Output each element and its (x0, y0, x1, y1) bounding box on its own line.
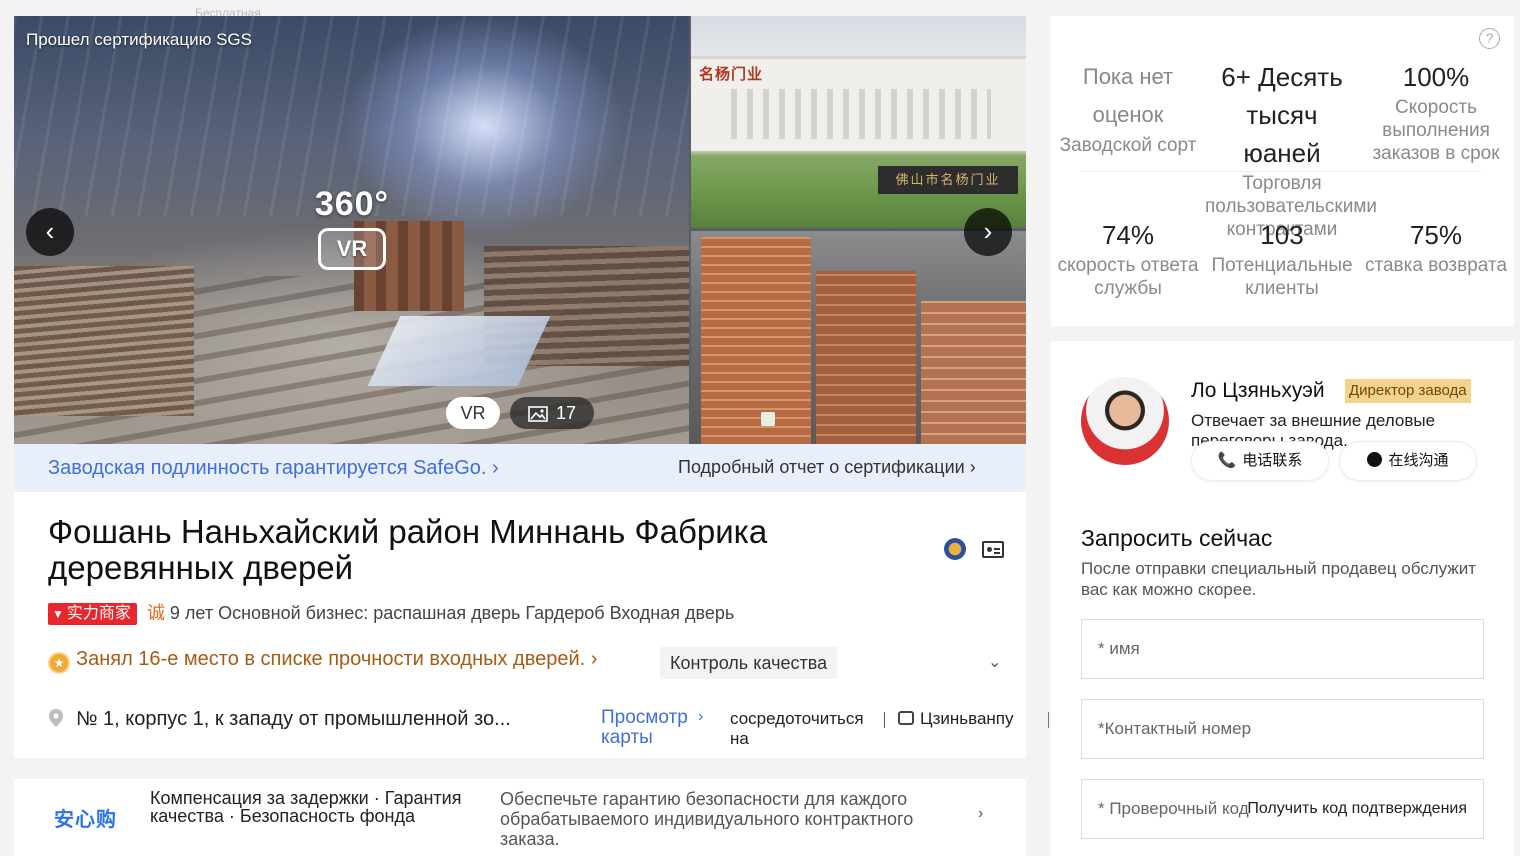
stat-value: Пока нет оценок (1082, 64, 1174, 127)
vr-panorama-image[interactable]: 360° VR (14, 16, 689, 444)
phone-icon: 📞 (1217, 452, 1237, 469)
pano-lumber-left (14, 266, 194, 416)
online-chat-button[interactable]: 在线沟通 (1339, 441, 1477, 481)
stat-factory-grade: Пока нет оценок Заводской сорт (1051, 58, 1205, 157)
strength-merchant-tag: ▼ 实力商家 (48, 603, 137, 625)
inquiry-subtitle: После отправки специальный продавец обсл… (1081, 559, 1477, 599)
building-facade: 名杨门业 (691, 56, 1026, 151)
lumber-warehouse-photo[interactable] (691, 231, 1026, 444)
factory-building-photo[interactable]: 名杨门业 佛山市名杨门业 (691, 16, 1026, 228)
stat-value: 103 (1260, 220, 1304, 250)
guarantee-description: Обеспечьте гарантию безопасности для каж… (500, 789, 914, 849)
lumber-stack (701, 237, 811, 444)
gallery-next-button[interactable]: › (964, 208, 1012, 256)
company-title: Фошань Наньхайский район Миннань Фабрика… (48, 513, 768, 586)
chevron-right-icon[interactable]: › (978, 805, 983, 823)
jinwangpu-link[interactable]: Цзиньванпу (898, 709, 1014, 729)
cheng-icon: 诚 (146, 603, 165, 623)
vr-360-badge[interactable]: 360° VR (314, 184, 390, 270)
get-code-button[interactable]: Получить код подтверждения (1247, 780, 1467, 838)
stat-label: ставка возврата (1364, 255, 1508, 276)
verification-code-input[interactable]: * Проверочный код Получить код подтвержд… (1081, 779, 1484, 839)
rep-name: Ло Цзяньхуэй (1191, 379, 1325, 402)
inquiry-title: Запросить сейчас (1081, 525, 1273, 551)
chevron-right-icon[interactable]: › (698, 708, 703, 726)
rank-text: Занял 16-е место в списке прочности вход… (76, 648, 598, 670)
years-label: 9 лет (169, 603, 214, 623)
stat-value: 74% (1101, 220, 1155, 250)
stat-label: Потенциальные клиенты (1211, 255, 1353, 299)
gallery-prev-button[interactable]: ‹ (26, 208, 74, 256)
address-text: № 1, корпус 1, к западу от промышленной … (76, 708, 511, 730)
main-business: Основной бизнес: распашная дверь Гардеро… (218, 603, 735, 623)
contact-panel: Ло Цзяньхуэй Директор завода Отвечает за… (1051, 341, 1514, 856)
stats-panel: ? Пока нет оценок Заводской сорт 6+ Деся… (1051, 16, 1514, 326)
vr-headset-icon: VR (318, 228, 386, 270)
stat-value: 100% (1402, 62, 1470, 92)
certification-strip: Заводская подлинность гарантируется Safe… (14, 444, 1026, 492)
chevron-down-icon[interactable]: ⌄ (988, 652, 1001, 672)
company-info-row: ▼ 实力商家诚 9 лет Основной бизнес: распашная … (48, 599, 734, 625)
location-pin-icon (49, 709, 63, 727)
stat-potential-clients: 103 Потенциальные клиенты (1205, 216, 1359, 300)
business-license-icon[interactable] (982, 541, 1004, 558)
code-placeholder: * Проверочный код (1098, 799, 1249, 818)
rep-title-badge: Директор завода (1345, 379, 1471, 403)
anxin-logo: 安心购 (54, 809, 117, 831)
divider (884, 712, 885, 728)
vr-tab-button[interactable]: VR (446, 397, 500, 429)
building-windows (731, 89, 991, 139)
chevron-right-icon: › (983, 216, 993, 246)
chat-button-label: 在线沟通 (1388, 452, 1449, 469)
image-icon (528, 406, 548, 422)
building-sign: 名杨门业 (699, 66, 764, 83)
avatar (1081, 377, 1169, 465)
gate-sign: 佛山市名杨门业 (878, 166, 1018, 194)
focus-button[interactable]: сосредоточиться на (730, 709, 880, 749)
medal-icon: ★ (48, 652, 70, 674)
shop-icon (898, 711, 914, 725)
lumber-tag (761, 412, 775, 426)
divider (1081, 171, 1481, 172)
stat-label: Скорость выполнения заказов в срок (1372, 97, 1500, 164)
shield-icon: ▼ (52, 607, 64, 621)
lumber-stack (816, 271, 916, 444)
name-input[interactable]: * имя (1081, 619, 1484, 679)
rank-link[interactable]: ★ Занял 16-е место в списке прочности вхо… (48, 648, 597, 674)
photos-tab-button[interactable]: 17 (510, 397, 594, 429)
strength-tag-label: 实力商家 (66, 605, 131, 622)
lumber-stack (921, 301, 1026, 444)
phone-button-label: 电话联系 (1242, 452, 1303, 469)
guarantee-bar[interactable]: 安心购 Компенсация за задержки · Гарантия к… (14, 779, 1026, 856)
stat-response-rate: 74% скорость ответа службы (1051, 216, 1205, 300)
safego-link[interactable]: Заводская подлинность гарантируется Safe… (48, 457, 499, 480)
quality-control-tag[interactable]: Контроль качества (660, 647, 838, 679)
divider (1048, 712, 1049, 728)
stat-value: 6+ Десять тысяч юаней (1221, 62, 1343, 168)
stat-value: 75% (1409, 220, 1463, 250)
sgs-certified-label: Прошел сертификацию SGS (26, 30, 252, 49)
jinwangpu-label: Цзиньванпу (920, 709, 1014, 728)
photo-count: 17 (555, 403, 577, 423)
stat-label: скорость ответа службы (1057, 255, 1199, 299)
stat-label: Заводской сорт (1059, 135, 1197, 156)
stat-contract-trade: 6+ Десять тысяч юаней Торговля пользоват… (1205, 58, 1377, 241)
vr-360-text: 360° (314, 185, 390, 223)
chat-icon (1367, 452, 1383, 467)
chevron-left-icon: ‹ (45, 216, 55, 246)
police-emblem-icon[interactable] (944, 538, 966, 560)
factory-gallery: 360° VR 名杨门业 佛山市名杨门业 Прошел сертификацию… (14, 16, 1026, 444)
phone-contact-button[interactable]: 📞 电话联系 (1191, 441, 1329, 481)
cert-report-link[interactable]: Подробный отчет о сертификации › (678, 457, 976, 478)
stat-return-rate: 75% ставка возврата (1359, 216, 1513, 277)
guarantee-features: Компенсация за задержки · Гарантия качес… (150, 788, 462, 826)
view-map-link[interactable]: Просмотр карты (601, 708, 701, 748)
help-icon[interactable]: ? (1479, 28, 1500, 49)
address-row: № 1, корпус 1, к западу от промышленной … (48, 708, 511, 731)
company-card: Фошань Наньхайский район Миннань Фабрика… (14, 492, 1049, 758)
stat-on-time-rate: 100% Скорость выполнения заказов в срок (1359, 58, 1513, 165)
phone-input[interactable]: *Контактный номер (1081, 699, 1484, 759)
